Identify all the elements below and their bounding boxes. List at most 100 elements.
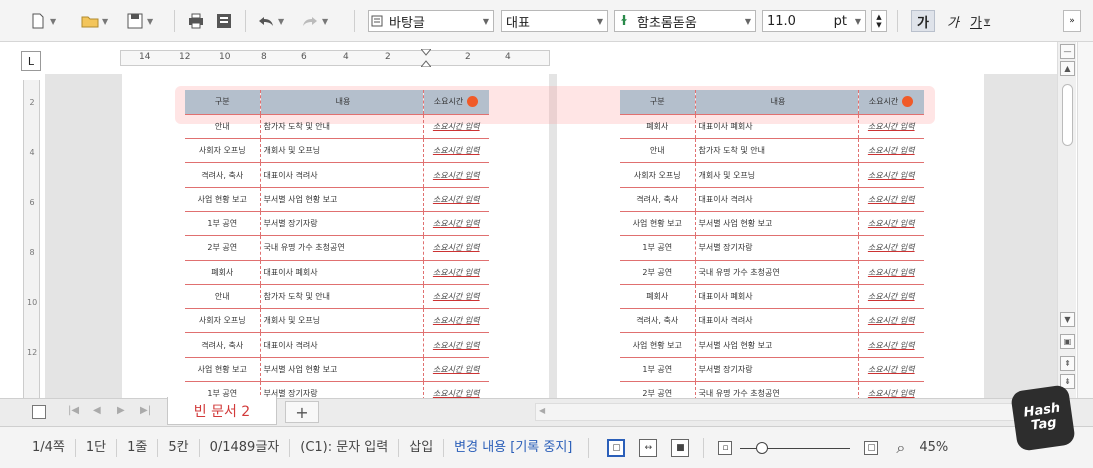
horizontal-ruler[interactable]: 14 12 10 8 6 4 2 2 4 [120, 48, 550, 68]
status-page[interactable]: 1/4쪽 [0, 438, 76, 457]
table-row[interactable]: 사회자 오프닝 개회사 및 오프닝 소요시간 입력 [185, 138, 489, 164]
table-cell[interactable]: 소요시간 입력 [423, 381, 489, 398]
table-cell[interactable]: 참가자 도착 및 안내 [260, 284, 424, 310]
table-row[interactable]: 1부 공연 부서별 장기자랑 소요시간 입력 [185, 381, 489, 398]
next-tab-icon[interactable]: ▶ [117, 405, 125, 416]
table-cell[interactable]: 소요시간 입력 [858, 308, 924, 334]
zoom-in-button[interactable]: ▢ [864, 440, 879, 455]
table-cell[interactable]: 사회자 오프닝 [620, 162, 696, 188]
indent-marker[interactable] [419, 48, 433, 68]
zoom-slider-knob[interactable] [756, 441, 769, 454]
horizontal-scrollbar[interactable]: ◀ [535, 403, 1055, 421]
last-tab-icon[interactable]: ▶| [140, 405, 151, 416]
undo-button[interactable]: ▼ [256, 10, 284, 32]
table-cell[interactable]: 안내 [185, 114, 261, 140]
table-row[interactable]: 격려사, 축사 대표이사 격려사 소요시간 입력 [620, 187, 924, 212]
page-view-button[interactable]: ▣ [1060, 334, 1075, 349]
table-cell[interactable]: 소요시간 입력 [858, 332, 924, 358]
normal-view-button[interactable]: ▢ [607, 438, 626, 457]
table-row[interactable]: 격려사, 축사 대표이사 격려사 소요시간 입력 [185, 162, 489, 188]
stepper-down-icon[interactable]: ▼ [876, 21, 881, 29]
vertical-scrollbar[interactable]: — ▲ ▼ ▣ ⇞ ⇟ [1057, 42, 1076, 398]
table-cell[interactable]: 사회자 오프닝 [185, 308, 261, 334]
table-cell[interactable]: 참가자 도착 및 안내 [260, 114, 424, 140]
table-cell[interactable]: 소요시간 입력 [423, 235, 489, 261]
table-cell[interactable]: 사업 현황 보고 [620, 332, 696, 358]
table-cell[interactable]: 부서별 사업 현황 보고 [695, 211, 859, 237]
zoom-level[interactable]: 45% [919, 440, 948, 455]
table-cell[interactable]: 2부 공연 [620, 381, 696, 398]
font-size-combo[interactable]: 11.0 pt ▼ [762, 10, 866, 32]
schedule-table-page-1[interactable]: 구분 내용 소요시간 안내 참가자 도착 및 안내 소요시간 입력 사회자 오프닝 개회… [185, 90, 489, 398]
scrollbar-thumb[interactable] [1062, 84, 1073, 146]
table-cell[interactable]: 부서별 장기자랑 [260, 211, 424, 237]
table-cell[interactable]: 소요시간 입력 [423, 308, 489, 334]
table-cell[interactable]: 격려사, 축사 [620, 308, 696, 334]
table-cell[interactable]: 소요시간 입력 [423, 357, 489, 383]
paragraph-style-combo[interactable]: 바탕글 ▼ [368, 10, 494, 32]
table-cell[interactable]: 대표이사 격려사 [695, 187, 859, 212]
table-cell[interactable]: 국내 유명 가수 초청공연 [260, 235, 424, 261]
table-cell[interactable]: 격려사, 축사 [185, 332, 261, 358]
new-document-button[interactable]: ▼ [28, 10, 56, 32]
preview-button[interactable] [214, 10, 234, 32]
table-cell[interactable]: 소요시간 입력 [858, 187, 924, 212]
table-cell[interactable]: 폐회사 [620, 114, 696, 140]
search-icon[interactable]: ⌕ [896, 438, 905, 458]
scroll-up-button[interactable]: ▲ [1060, 61, 1075, 76]
table-cell[interactable]: 부서별 사업 현황 보고 [260, 187, 424, 212]
previous-page-button[interactable]: ⇞ [1060, 356, 1075, 371]
table-cell[interactable]: 부서별 장기자랑 [695, 357, 859, 383]
table-row[interactable]: 안내 참가자 도착 및 안내 소요시간 입력 [185, 284, 489, 310]
sheet-list-icon[interactable] [32, 405, 46, 419]
add-tab-button[interactable]: + [285, 401, 319, 423]
table-cell[interactable]: 소요시간 입력 [858, 381, 924, 398]
italic-button[interactable]: 가 [942, 10, 964, 32]
table-cell[interactable]: 개회사 및 오프닝 [260, 308, 424, 334]
table-cell[interactable]: 폐회사 [185, 260, 261, 285]
toolbar-expand-button[interactable]: » [1063, 10, 1081, 32]
outline-combo[interactable]: 대표 ▼ [501, 10, 608, 32]
first-tab-icon[interactable]: |◀ [68, 405, 79, 416]
table-row[interactable]: 안내 참가자 도착 및 안내 소요시간 입력 [185, 114, 489, 140]
table-cell[interactable]: 사업 현황 보고 [620, 211, 696, 237]
table-row[interactable]: 안내 참가자 도착 및 안내 소요시간 입력 [620, 138, 924, 164]
zoom-slider[interactable] [740, 439, 851, 457]
table-cell[interactable]: 2부 공연 [185, 235, 261, 261]
table-row[interactable]: 2부 공연 국내 유명 가수 초청공연 소요시간 입력 [620, 381, 924, 398]
table-row[interactable]: 사업 현황 보고 부서별 사업 현황 보고 소요시간 입력 [185, 357, 489, 383]
open-document-button[interactable]: ▼ [80, 10, 108, 32]
prev-tab-icon[interactable]: ◀ [93, 405, 101, 416]
table-cell[interactable]: 안내 [620, 138, 696, 164]
status-insert-mode[interactable]: 삽입 [399, 438, 445, 457]
table-row[interactable]: 폐회사 대표이사 폐회사 소요시간 입력 [620, 284, 924, 310]
table-cell[interactable]: 부서별 사업 현황 보고 [260, 357, 424, 383]
table-cell[interactable]: 1부 공연 [620, 235, 696, 261]
table-cell[interactable]: 소요시간 입력 [423, 211, 489, 237]
table-cell[interactable]: 소요시간 입력 [423, 138, 489, 164]
table-cell[interactable]: 소요시간 입력 [423, 284, 489, 310]
table-cell[interactable]: 개회사 및 오프닝 [260, 138, 424, 164]
bold-button[interactable]: 가 [911, 10, 935, 32]
table-cell[interactable]: 대표이사 격려사 [260, 332, 424, 358]
table-row[interactable]: 사회자 오프닝 개회사 및 오프닝 소요시간 입력 [185, 308, 489, 334]
font-combo[interactable]: ɫ 함초롬돋움 ▼ [614, 10, 756, 32]
table-row[interactable]: 사회자 오프닝 개회사 및 오프닝 소요시간 입력 [620, 162, 924, 188]
table-cell[interactable]: 소요시간 입력 [858, 114, 924, 140]
print-button[interactable] [186, 10, 206, 32]
scroll-menu-button[interactable]: — [1060, 44, 1075, 59]
table-cell[interactable]: 사업 현황 보고 [185, 357, 261, 383]
table-cell[interactable]: 격려사, 축사 [620, 187, 696, 212]
table-cell[interactable]: 소요시간 입력 [423, 260, 489, 285]
table-row[interactable]: 폐회사 대표이사 폐회사 소요시간 입력 [620, 114, 924, 140]
table-row[interactable]: 격려사, 축사 대표이사 격려사 소요시간 입력 [185, 332, 489, 358]
table-cell[interactable]: 1부 공연 [620, 357, 696, 383]
table-cell[interactable]: 격려사, 축사 [185, 162, 261, 188]
underline-button[interactable]: 가 ▼ [970, 10, 990, 32]
table-cell[interactable]: 부서별 사업 현황 보고 [695, 332, 859, 358]
table-cell[interactable]: 부서별 장기자랑 [695, 235, 859, 261]
table-row[interactable]: 1부 공연 부서별 장기자랑 소요시간 입력 [620, 235, 924, 261]
table-cell[interactable]: 폐회사 [620, 284, 696, 310]
table-cell[interactable]: 소요시간 입력 [858, 284, 924, 310]
table-cell[interactable]: 소요시간 입력 [423, 187, 489, 212]
